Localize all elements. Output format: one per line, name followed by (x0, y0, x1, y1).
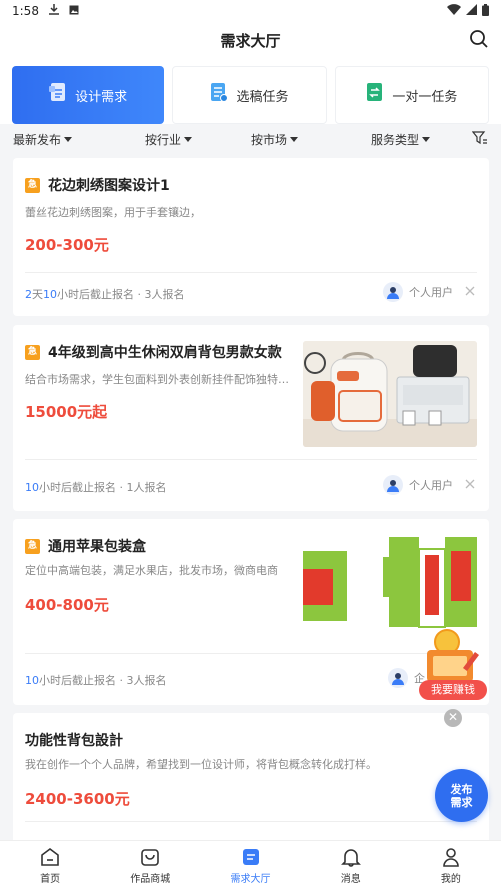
urgent-tag: 急 (25, 538, 40, 554)
tab-label: 选稿任务 (236, 89, 289, 105)
filter-latest[interactable]: 最新发布 (13, 131, 73, 148)
demand-card[interactable]: 功能性背包設計 我在创作一个个人品牌，希望找到一位设计师，将背包概念转化成打样。… (13, 713, 489, 853)
divider (25, 459, 477, 460)
card-price: 2400-3600元 (25, 790, 130, 808)
publish-demand-button[interactable]: 发布 需求 (435, 769, 488, 822)
earn-money-label: 我要赚钱 (419, 680, 487, 700)
fab-line2: 需求 (450, 795, 473, 809)
divider (25, 821, 477, 822)
nav-label: 我的 (440, 873, 461, 885)
card-title: 4年级到高中生休闲双肩背包男款女款 (48, 345, 282, 361)
card-description: 我在创作一个个人品牌，希望找到一位设计师，将背包概念转化成打样。 (25, 758, 377, 771)
nav-label: 作品商城 (130, 873, 171, 885)
filter-bar: 最新发布 按行业 按市场 服务类型 (0, 124, 501, 154)
bell-icon (340, 848, 361, 867)
tab-one-on-one[interactable]: 一对一任务 (334, 66, 489, 124)
nav-label: 需求大厅 (230, 873, 271, 885)
divider (25, 653, 477, 654)
demand-card[interactable]: 急 4年级到高中生休闲双肩背包男款女款 结合市场需求，学生包面料到外表创新挂件配… (13, 325, 489, 511)
avatar (383, 475, 403, 495)
exchange-doc-icon (366, 83, 384, 107)
close-float-icon[interactable]: ✕ (444, 709, 462, 727)
nav-demand-hall[interactable]: 需求大厅 (200, 841, 300, 890)
card-title: 功能性背包設計 (25, 733, 123, 749)
signal-icon (466, 4, 477, 18)
card-title-row: 急 通用苹果包装盒 (25, 536, 146, 556)
nav-mine[interactable]: 我的 (401, 841, 501, 890)
filter-label: 服务类型 (371, 132, 420, 147)
apple-box-thumbnail (303, 533, 477, 639)
card-title-row: 功能性背包設計 (25, 730, 123, 750)
search-icon[interactable] (469, 29, 489, 53)
earn-money-float[interactable]: 我要赚钱 (419, 628, 489, 700)
filter-label: 按行业 (145, 132, 182, 147)
filter-label: 按市场 (251, 132, 288, 147)
coin-chest-icon (427, 629, 479, 682)
card-deadline: 10小时后截止报名 · 3人报名 (25, 674, 167, 687)
caret-down-icon (64, 136, 73, 142)
filter-service-type[interactable]: 服务类型 (371, 131, 431, 148)
nav-messages[interactable]: 消息 (301, 841, 401, 890)
urgent-tag: 急 (25, 344, 40, 360)
backpack-thumbnail (303, 341, 477, 447)
filter-market[interactable]: 按市场 (251, 131, 299, 148)
download-icon (48, 4, 59, 18)
status-time: 1:58 (12, 4, 39, 18)
nav-home[interactable]: 首页 (0, 841, 100, 890)
select-doc-icon (210, 83, 229, 107)
card-publisher: 个人用户 (383, 282, 475, 302)
urgent-tag: 急 (25, 177, 40, 193)
tab-design-demand[interactable]: 设计需求 (12, 66, 165, 132)
design-doc-icon (49, 83, 67, 107)
app-header: 需求大厅 (0, 22, 501, 58)
bottom-nav: 首页 作品商城 需求大厅 消息 我的 (0, 840, 501, 890)
fab-line1: 发布 (450, 782, 473, 796)
card-price: 400-800元 (25, 596, 109, 614)
card-title: 通用苹果包装盒 (48, 539, 146, 555)
close-icon[interactable] (465, 479, 475, 492)
category-tabs: 设计需求 选稿任务 一对一任务 (0, 58, 501, 132)
divider (25, 272, 477, 273)
card-publisher: 个人用户 (383, 475, 475, 495)
page-title: 需求大厅 (220, 31, 281, 50)
close-icon[interactable] (465, 286, 475, 299)
demand-card[interactable]: 急 花边刺绣图案设计1 蕾丝花边刺绣图案，用于手套镶边， 200-300元 2天… (13, 158, 489, 316)
caret-down-icon (184, 136, 193, 142)
card-deadline: 2天10小时后截止报名 · 3人报名 (25, 288, 185, 301)
home-icon (41, 847, 59, 866)
caret-down-icon (290, 136, 299, 142)
card-description: 蕾丝花边刺绣图案，用于手套镶边， (25, 206, 201, 219)
battery-icon (482, 3, 489, 19)
card-description: 定位中高端包装，满足水果店，批发市场，微商电商 (25, 564, 278, 577)
tab-select-task[interactable]: 选稿任务 (172, 66, 327, 124)
wifi-icon (447, 4, 461, 18)
publisher-type: 个人用户 (409, 479, 453, 492)
shop-bag-icon (141, 848, 160, 866)
card-price: 200-300元 (25, 236, 109, 254)
funnel-filter-icon[interactable] (471, 131, 488, 148)
card-title: 花边刺绣图案设计1 (48, 178, 170, 194)
avatar (388, 668, 408, 688)
photo-icon (69, 4, 79, 18)
card-description: 结合市场需求，学生包面料到外表创新挂件配饰独特… (25, 373, 289, 386)
nav-label: 消息 (340, 873, 361, 885)
status-bar: 1:58 (0, 0, 501, 22)
nav-label: 首页 (40, 873, 61, 885)
demand-card[interactable]: 急 通用苹果包装盒 定位中高端包装，满足水果店，批发市场，微商电商 400-80… (13, 519, 489, 705)
tab-label: 一对一任务 (392, 89, 458, 105)
avatar (383, 282, 403, 302)
card-title-row: 急 4年级到高中生休闲双肩背包男款女款 (25, 342, 282, 362)
tab-label: 设计需求 (75, 89, 128, 105)
card-deadline: 10小时后截止报名 · 1人报名 (25, 481, 167, 494)
nav-shop[interactable]: 作品商城 (100, 841, 200, 890)
caret-down-icon (422, 136, 431, 142)
card-price: 15000元起 (25, 403, 108, 421)
filter-label: 最新发布 (13, 132, 62, 147)
filter-industry[interactable]: 按行业 (145, 131, 193, 148)
person-icon (443, 847, 459, 867)
demand-hall-icon (242, 848, 259, 865)
card-title-row: 急 花边刺绣图案设计1 (25, 175, 170, 195)
publisher-type: 个人用户 (409, 286, 453, 299)
